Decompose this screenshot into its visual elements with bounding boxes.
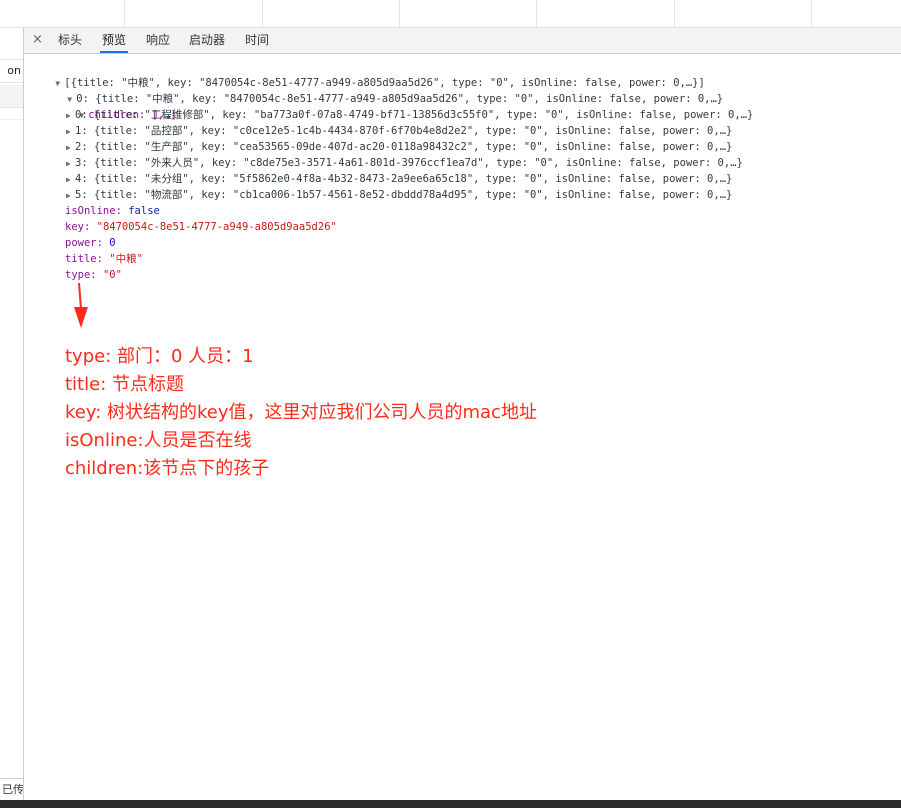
child-summary: 2: {title: "生产部", key: "cea53565-09de-40… (75, 141, 733, 153)
tree-child-row[interactable]: ▶ 5: {title: "物流部", key: "cb1ca006-1b57-4… (66, 187, 732, 204)
prop-title: title: "中粮" (65, 251, 143, 267)
collapsed-triangle-icon[interactable]: ▶ (66, 188, 75, 204)
annotation-key: key: 树状结构的key值，这里对应我们公司人员的mac地址 (65, 402, 537, 423)
table-column[interactable] (0, 0, 125, 27)
tab-initiator[interactable]: 启动器 (187, 28, 227, 53)
tree-child-row[interactable]: ▶ 3: {title: "外来人员", key: "c8de75e3-3571-… (66, 155, 743, 172)
child-summary: 5: {title: "物流部", key: "cb1ca006-1b57-45… (75, 189, 733, 201)
annotation-title: title: 节点标题 (65, 374, 184, 395)
tab-headers[interactable]: 标头 (56, 28, 84, 53)
collapsed-triangle-icon[interactable]: ▶ (66, 140, 75, 156)
prop-key: key: (65, 221, 91, 233)
request-table-header (0, 0, 901, 28)
prop-key: title: (65, 253, 103, 265)
table-column[interactable] (124, 0, 263, 27)
annotation-children: children:该节点下的孩子 (65, 458, 270, 479)
red-arrow-icon (74, 283, 88, 328)
prop-power: power: 0 (65, 235, 116, 251)
table-column[interactable] (674, 0, 812, 27)
collapsed-triangle-icon[interactable]: ▶ (66, 172, 75, 188)
close-icon[interactable]: × (32, 32, 43, 47)
prop-key-row: key: "8470054c-8e51-4777-a949-a805d9aa5d… (65, 219, 337, 235)
status-bar: 已传 (0, 778, 23, 800)
annotation-type: type: 部门：0 人员：1 (65, 346, 254, 367)
prop-key: isOnline: (65, 205, 122, 217)
status-text: 已传 (2, 783, 23, 796)
prop-value: false (128, 205, 160, 217)
child-summary: 0: {title: "工程维修部", key: "ba773a0f-07a8-… (75, 109, 754, 121)
request-row-selected[interactable] (0, 85, 23, 108)
prop-type: type: "0" (65, 267, 122, 283)
tree-child-row[interactable]: ▶ 0: {title: "工程维修部", key: "ba773a0f-07a8… (66, 107, 753, 124)
tab-preview[interactable]: 预览 (100, 28, 129, 53)
table-column[interactable] (262, 0, 400, 27)
tab-timing[interactable]: 时间 (243, 28, 271, 53)
child-summary: 1: {title: "品控部", key: "c0ce12e5-1c4b-44… (75, 125, 733, 137)
collapsed-triangle-icon[interactable]: ▶ (66, 156, 75, 172)
tree-child-row[interactable]: ▶ 1: {title: "品控部", key: "c0ce12e5-1c4b-4… (66, 123, 732, 140)
prop-value: "0" (102, 269, 122, 281)
child-summary: 4: {title: "未分组", key: "5f5862e0-4f8a-4b… (75, 173, 733, 185)
detail-tab-bar: × 标头 预览 响应 启动器 时间 (24, 28, 901, 54)
prop-key: type: (65, 269, 97, 281)
request-name: on (7, 64, 21, 77)
request-row[interactable]: on (0, 59, 23, 83)
tab-response[interactable]: 响应 (144, 28, 172, 53)
annotation-isonline: isOnline:人员是否在线 (65, 430, 252, 451)
prop-value: 0 (109, 237, 116, 249)
prop-value: "中粮" (109, 253, 143, 265)
window-bottom-edge (0, 800, 901, 808)
tree-child-row[interactable]: ▶ 4: {title: "未分组", key: "5f5862e0-4f8a-4… (66, 171, 732, 188)
collapsed-triangle-icon[interactable]: ▶ (66, 124, 75, 140)
table-column[interactable] (536, 0, 675, 27)
collapsed-triangle-icon[interactable]: ▶ (66, 108, 75, 124)
request-row[interactable] (0, 107, 23, 120)
prop-value: "8470054c-8e51-4777-a949-a805d9aa5d26" (96, 221, 337, 233)
child-summary: 3: {title: "外来人员", key: "c8de75e3-3571-4… (75, 157, 743, 169)
request-list-panel: on 已传 (0, 28, 24, 800)
prop-isOnline: isOnline: false (65, 203, 160, 219)
tree-child-row[interactable]: ▶ 2: {title: "生产部", key: "cea53565-09de-4… (66, 139, 732, 156)
table-column[interactable] (399, 0, 537, 27)
prop-key: power: (65, 237, 103, 249)
